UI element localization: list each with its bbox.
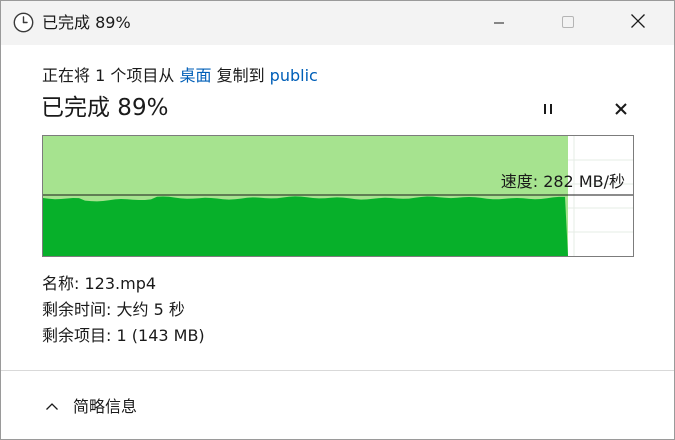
speed-graph-canvas	[43, 136, 633, 256]
maximize-icon	[561, 14, 575, 33]
less-info-label: 简略信息	[73, 397, 138, 416]
copy-prefix: 正在将 1 个项目从	[42, 66, 175, 85]
time-remaining-label: 剩余时间:	[42, 300, 112, 319]
time-remaining-value: 大约 5 秒	[116, 300, 185, 319]
minimize-icon	[493, 14, 505, 33]
file-name-value: 123.mp4	[84, 274, 157, 293]
title-bar[interactable]: 已完成 89%	[1, 1, 674, 45]
speed-label: 速度: 282 MB/秒	[500, 172, 625, 191]
copy-progress-window: 已完成 89% 正在将 1 个项目从 桌面 复制到 public 已完成 89%	[0, 0, 675, 440]
clock-icon	[13, 12, 34, 33]
cancel-icon	[614, 101, 628, 120]
close-button[interactable]	[615, 1, 661, 45]
time-remaining-row: 剩余时间: 大约 5 秒	[42, 297, 205, 323]
items-remaining-value: 1 (143 MB)	[116, 326, 205, 345]
chevron-up-icon	[45, 396, 59, 415]
transfer-details: 名称: 123.mp4 剩余时间: 大约 5 秒 剩余项目: 1 (143 MB…	[42, 271, 205, 349]
items-remaining-label: 剩余项目:	[42, 326, 112, 345]
file-name-row: 名称: 123.mp4	[42, 271, 205, 297]
items-remaining-row: 剩余项目: 1 (143 MB)	[42, 323, 205, 349]
file-name-label: 名称:	[42, 274, 80, 293]
pause-button[interactable]	[532, 97, 564, 123]
pause-icon	[542, 101, 554, 120]
footer: 简略信息	[1, 371, 674, 439]
minimize-button[interactable]	[476, 1, 522, 45]
source-folder-link[interactable]: 桌面	[179, 66, 211, 85]
speed-history-area	[43, 196, 568, 256]
copy-description: 正在将 1 个项目从 桌面 复制到 public	[42, 65, 318, 87]
progress-headline: 已完成 89%	[41, 95, 169, 121]
cancel-button[interactable]	[605, 97, 637, 123]
less-info-toggle[interactable]: 简略信息	[45, 393, 137, 417]
transfer-speed-graph: 速度: 282 MB/秒	[42, 135, 634, 257]
close-icon	[630, 13, 646, 33]
maximize-button[interactable]	[545, 1, 591, 45]
destination-folder-link[interactable]: public	[270, 66, 318, 85]
window-title: 已完成 89%	[42, 13, 131, 32]
copy-middle: 复制到	[216, 66, 265, 85]
